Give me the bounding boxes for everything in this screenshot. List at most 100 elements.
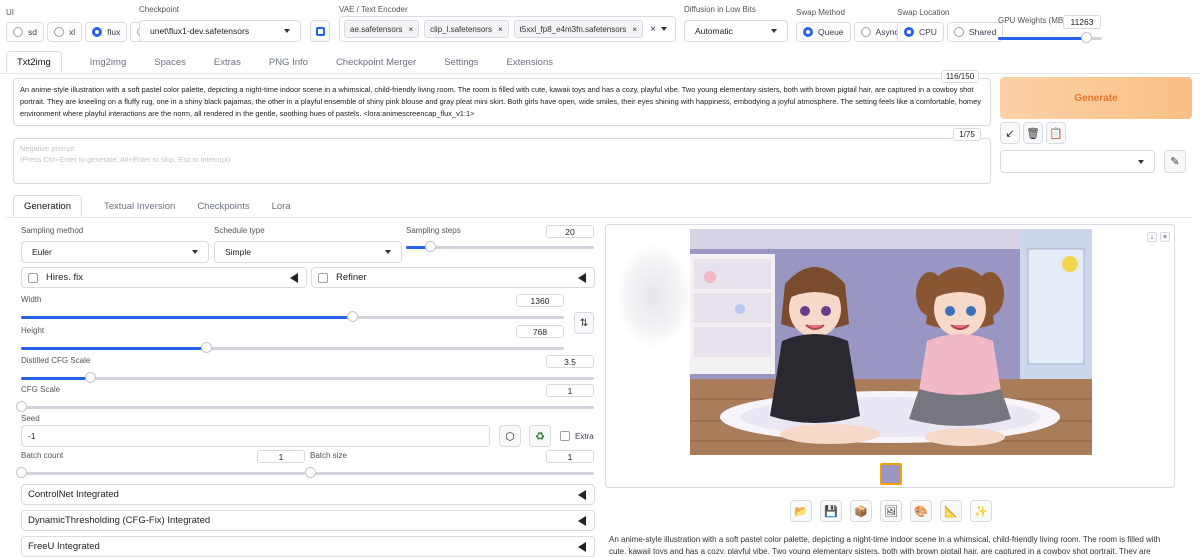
- cfg-scale-slider-handle[interactable]: [16, 401, 27, 412]
- sampling-steps-input[interactable]: 20: [546, 225, 594, 238]
- paste-style-button[interactable]: 📋: [1046, 122, 1066, 144]
- batch-count-slider-handle[interactable]: [16, 467, 27, 478]
- ui-option-xl[interactable]: xl: [46, 22, 83, 42]
- read-params-button[interactable]: ↙: [1000, 122, 1020, 144]
- clipboard-icon: 📋: [1049, 127, 1063, 140]
- swap-method-label: Swap Method: [796, 8, 845, 17]
- hires-fix-accordion[interactable]: Hires. fix: [21, 267, 307, 288]
- chevron-down-icon[interactable]: [661, 27, 667, 31]
- send-to-extras-button[interactable]: 📐: [940, 500, 962, 522]
- swap-method-queue[interactable]: Queue: [796, 22, 851, 42]
- tab-checkpoint-merger[interactable]: Checkpoint Merger: [336, 51, 416, 73]
- clear-prompt-button[interactable]: 🗑: [1023, 122, 1043, 144]
- tabs-divider: [0, 73, 1200, 74]
- palette-icon: 🎨: [914, 505, 928, 518]
- tab-txt2img[interactable]: Txt2img: [6, 51, 62, 73]
- negative-token-counter: 1/75: [953, 128, 981, 141]
- styles-dropdown[interactable]: [1000, 150, 1155, 173]
- refiner-accordion[interactable]: Refiner: [311, 267, 595, 288]
- tab-png-info[interactable]: PNG Info: [269, 51, 308, 73]
- distilled-cfg-input[interactable]: 3.5: [546, 355, 594, 368]
- gpu-weights-label: GPU Weights (MB): [998, 16, 1066, 25]
- batch-size-input[interactable]: 1: [546, 450, 594, 463]
- hires-fix-checkbox[interactable]: [28, 272, 38, 283]
- prompt-textarea[interactable]: An anime-style illustration with a soft …: [13, 78, 991, 126]
- checkpoint-dropdown[interactable]: unet\flux1-dev.safetensors: [139, 20, 301, 42]
- download-icon[interactable]: ↓: [1147, 232, 1157, 242]
- batch-count-input[interactable]: 1: [257, 450, 305, 463]
- reuse-seed-button[interactable]: ♻: [529, 425, 551, 447]
- send-to-inpaint-button[interactable]: 🎨: [910, 500, 932, 522]
- diffusion-dropdown[interactable]: Automatic: [684, 20, 788, 42]
- close-icon[interactable]: ×: [498, 25, 503, 34]
- schedule-type-label: Schedule type: [214, 226, 265, 235]
- output-generation-info: An anime-style illustration with a soft …: [609, 535, 1161, 554]
- negative-prompt-textarea[interactable]: Negative prompt (Press Ctrl+Enter to gen…: [13, 138, 991, 184]
- batch-count-label: Batch count: [21, 451, 64, 460]
- batch-size-slider[interactable]: [310, 472, 594, 475]
- batch-size-slider-handle[interactable]: [305, 467, 316, 478]
- vae-label: VAE / Text Encoder: [339, 5, 408, 14]
- edit-styles-button[interactable]: ✎: [1164, 150, 1186, 173]
- extra-checkbox[interactable]: [560, 431, 570, 441]
- generate-button[interactable]: Generate: [1000, 77, 1192, 119]
- tab-settings[interactable]: Settings: [444, 51, 478, 73]
- width-input[interactable]: 1360: [516, 294, 564, 307]
- swap-dimensions-button[interactable]: ⇅: [574, 312, 594, 334]
- refresh-checkpoint-button[interactable]: [310, 20, 330, 42]
- width-slider-handle[interactable]: [347, 311, 359, 322]
- cfg-scale-slider[interactable]: [21, 406, 594, 409]
- height-input[interactable]: 768: [516, 325, 564, 338]
- extra-seed-toggle[interactable]: Extra: [560, 431, 594, 441]
- radio-selected-icon: [904, 27, 914, 37]
- tab-img2img[interactable]: Img2img: [90, 51, 126, 73]
- gpu-weights-slider-handle[interactable]: [1081, 32, 1093, 43]
- pencil-icon: ✎: [1170, 156, 1180, 168]
- refresh-icon: [315, 26, 325, 36]
- cfg-scale-input[interactable]: 1: [546, 384, 594, 397]
- distilled-cfg-slider[interactable]: [21, 377, 594, 380]
- ui-option-sd[interactable]: sd: [6, 22, 44, 42]
- open-folder-button[interactable]: 📂: [790, 500, 812, 522]
- upscale-button[interactable]: ✨: [970, 500, 992, 522]
- gallery-thumbnail[interactable]: [880, 463, 902, 485]
- schedule-type-dropdown[interactable]: Simple: [214, 241, 402, 263]
- width-slider[interactable]: [21, 316, 564, 319]
- dynamic-thresholding-accordion[interactable]: DynamicThresholding (CFG-Fix) Integrated: [21, 510, 595, 531]
- batch-count-slider[interactable]: [21, 472, 305, 475]
- send-to-img2img-button[interactable]: 🖼: [880, 500, 902, 522]
- vae-multiselect[interactable]: ae.safetensors × clip_l.safetensors × t5xx…: [339, 16, 676, 42]
- swap-location-label: Swap Location: [897, 8, 950, 17]
- close-icon[interactable]: ×: [1160, 232, 1170, 242]
- tab-extras[interactable]: Extras: [214, 51, 241, 73]
- tab-checkpoints[interactable]: Checkpoints: [197, 195, 249, 217]
- clear-all-icon[interactable]: ×: [650, 24, 656, 35]
- vae-chip: clip_l.safetensors ×: [424, 20, 509, 38]
- checkpoint-label: Checkpoint: [139, 5, 180, 14]
- ui-option-flux[interactable]: flux: [85, 22, 128, 42]
- generated-image[interactable]: [690, 229, 1092, 455]
- controlnet-accordion[interactable]: ControlNet Integrated: [21, 484, 595, 505]
- random-seed-button[interactable]: ⬡: [499, 425, 521, 447]
- gpu-weights-input[interactable]: 11263: [1063, 15, 1101, 29]
- height-slider-handle[interactable]: [200, 342, 212, 353]
- swap-location-cpu[interactable]: CPU: [897, 22, 944, 42]
- tab-spaces[interactable]: Spaces: [154, 51, 186, 73]
- tab-textual-inversion[interactable]: Textual Inversion: [104, 195, 175, 217]
- sampling-steps-label: Sampling steps: [406, 226, 461, 235]
- close-icon[interactable]: ×: [632, 25, 637, 34]
- close-icon[interactable]: ×: [408, 25, 413, 34]
- chevron-down-icon: [1138, 159, 1144, 164]
- zip-button[interactable]: 📦: [850, 500, 872, 522]
- height-slider[interactable]: [21, 347, 564, 350]
- tab-extensions[interactable]: Extensions: [507, 51, 553, 73]
- swap-location-shared[interactable]: Shared: [946, 22, 1004, 42]
- refiner-checkbox[interactable]: [318, 272, 328, 283]
- seed-input[interactable]: -1: [21, 425, 490, 447]
- save-button[interactable]: 💾: [820, 500, 842, 522]
- sampling-steps-slider-handle[interactable]: [425, 241, 437, 252]
- sampling-method-dropdown[interactable]: Euler: [21, 241, 209, 263]
- tab-lora[interactable]: Lora: [272, 195, 291, 217]
- tab-generation[interactable]: Generation: [13, 195, 83, 217]
- distilled-cfg-slider-handle[interactable]: [84, 372, 96, 383]
